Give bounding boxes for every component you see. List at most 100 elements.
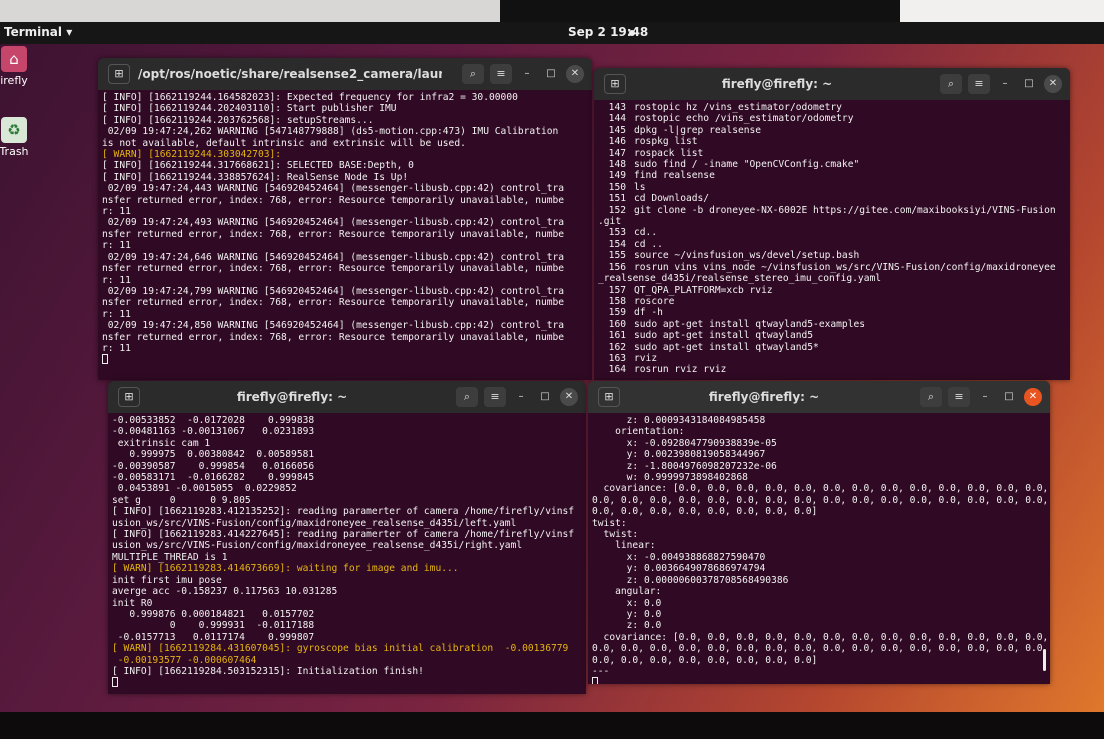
history-line: 163 rviz: [598, 353, 1066, 364]
close-icon[interactable]: ✕: [1024, 388, 1042, 406]
monitor-top-edge: [0, 0, 1104, 22]
history-line: 158 roscore: [598, 296, 1066, 307]
terminal-line: 02/09 19:47:24,443 WARNING [546920452464…: [102, 183, 565, 195]
window-header[interactable]: ⊞ /opt/ros/noetic/share/realsense2_camer…: [98, 58, 592, 90]
terminal-line: covariance: [0.0, 0.0, 0.0, 0.0, 0.0, 0.…: [592, 631, 1049, 643]
history-line: _realsense_d435i/realsense_stereo_imu_co…: [598, 273, 1066, 284]
history-line: 161 sudo apt-get install qtwayland5: [598, 330, 1066, 341]
terminal-line: [ INFO] [1662119283.412135252]: reading …: [112, 506, 575, 518]
terminal-line: [ WARN] [1662119283.414673669]: waiting …: [112, 563, 459, 575]
close-icon[interactable]: ✕: [560, 388, 578, 406]
minimize-icon[interactable]: –: [976, 388, 994, 406]
terminal-line: orientation:: [592, 426, 685, 438]
history-line: 162 sudo apt-get install qtwayland5*: [598, 342, 1066, 353]
terminal-line: -0.00481163 -0.00131067 0.0231893: [112, 426, 315, 438]
history-line: 152 git clone -b droneyee-NX-6002E https:…: [598, 205, 1066, 216]
menu-icon[interactable]: ≡: [968, 74, 990, 94]
terminal-line: z: 0.00000600378708568490386: [592, 574, 789, 586]
history-number: 154: [608, 238, 626, 250]
close-icon[interactable]: ✕: [1044, 75, 1062, 93]
terminal-line: [ INFO] [1662119244.202403110]: Start pu…: [102, 103, 397, 115]
history-command: rosrun vins vins_node ~/vinsfusion_ws/sr…: [634, 261, 1056, 273]
close-icon[interactable]: ✕: [566, 65, 584, 83]
history-command: QT_QPA_PLATFORM=xcb rviz: [634, 284, 773, 296]
new-tab-icon[interactable]: ⊞: [118, 387, 140, 407]
terminal-line: init R0: [112, 597, 153, 609]
trash-icon: ♻: [1, 117, 27, 143]
terminal-prompt[interactable]: [102, 354, 588, 365]
clock[interactable]: Sep 2 19:48: [568, 25, 648, 39]
history-number: 151: [608, 193, 626, 205]
history-number: 158: [608, 295, 626, 307]
terminal-prompt[interactable]: [112, 677, 582, 688]
terminal-window-vins[interactable]: ⊞ firefly@firefly: ~ ⌕ ≡ – □ ✕ -0.005338…: [108, 381, 586, 694]
history-number: 143: [608, 102, 626, 113]
minimize-icon[interactable]: –: [996, 75, 1014, 93]
maximize-icon[interactable]: □: [1000, 388, 1018, 406]
window-title: firefly@firefly: ~: [236, 390, 348, 404]
history-number: 145: [608, 124, 626, 136]
app-menu[interactable]: Terminal ▾: [4, 25, 72, 39]
window-header[interactable]: ⊞ firefly@firefly: ~ ⌕ ≡ – □ ✕: [588, 381, 1050, 413]
history-number: 162: [608, 341, 626, 353]
menu-icon[interactable]: ≡: [484, 387, 506, 407]
terminal-line: MULTIPLE_THREAD is 1: [112, 551, 228, 563]
window-title: firefly@firefly: ~: [721, 77, 833, 91]
terminal-line: w: 0.9999973898402868: [592, 472, 748, 484]
history-number: 152: [608, 204, 626, 216]
menu-icon[interactable]: ≡: [490, 64, 512, 84]
history-number: 146: [608, 136, 626, 148]
terminal-line: twist:: [592, 529, 639, 541]
terminal-line: 0.0453891 -0.0015055 0.0229852: [112, 483, 297, 495]
new-tab-icon[interactable]: ⊞: [598, 387, 620, 407]
terminal-line: y: 0.0023980819058344967: [592, 449, 766, 461]
terminal-window-odometry[interactable]: ⊞ firefly@firefly: ~ ⌕ ≡ – □ ✕ z: 0.0009…: [588, 381, 1050, 684]
minimize-icon[interactable]: –: [518, 65, 536, 83]
terminal-line: [ INFO] [1662119244.338857624]: RealSens…: [102, 171, 409, 183]
terminal-prompt[interactable]: [592, 677, 1046, 684]
window-header[interactable]: ⊞ firefly@firefly: ~ ⌕ ≡ – □ ✕: [594, 68, 1070, 100]
terminal-line: x: 0.0: [592, 597, 662, 609]
minimize-icon[interactable]: –: [512, 388, 530, 406]
search-icon[interactable]: ⌕: [940, 74, 962, 94]
terminal-output[interactable]: [ INFO] [1662119244.164582023]: Expected…: [98, 90, 592, 368]
monitor-bezel: [0, 712, 1104, 739]
terminal-line: -0.00390587 0.999854 0.0166056: [112, 460, 315, 472]
maximize-icon[interactable]: □: [542, 65, 560, 83]
terminal-line: linear:: [592, 540, 656, 552]
maximize-icon[interactable]: □: [536, 388, 554, 406]
history-number: 155: [608, 250, 626, 262]
terminal-line: 02/09 19:47:24,850 WARNING [546920452464…: [102, 320, 565, 332]
new-tab-icon[interactable]: ⊞: [108, 64, 130, 84]
menu-icon[interactable]: ≡: [948, 387, 970, 407]
terminal-output[interactable]: z: 0.0009343184084985458 orientation: x:…: [588, 413, 1050, 684]
history-line: 143 rostopic hz /vins_estimator/odometry: [598, 102, 1066, 113]
terminal-window-realsense[interactable]: ⊞ /opt/ros/noetic/share/realsense2_camer…: [98, 58, 592, 380]
desktop-home-icon[interactable]: ⌂ irefly: [0, 46, 44, 87]
terminal-line: [ INFO] [1662119284.503152315]: Initiali…: [112, 665, 424, 677]
terminal-window-history[interactable]: ⊞ firefly@firefly: ~ ⌕ ≡ – □ ✕ 143 rostop…: [594, 68, 1070, 380]
terminal-output[interactable]: -0.00533852 -0.0172028 0.999838 -0.004811…: [108, 413, 586, 691]
history-number: 153: [608, 227, 626, 239]
terminal-line: y: 0.0: [592, 608, 662, 620]
search-icon[interactable]: ⌕: [456, 387, 478, 407]
new-tab-icon[interactable]: ⊞: [604, 74, 626, 94]
terminal-output[interactable]: 143 rostopic hz /vins_estimator/odometry 1…: [594, 100, 1070, 378]
maximize-icon[interactable]: □: [1020, 75, 1038, 93]
terminal-line: [ INFO] [1662119244.164582023]: Expected…: [102, 92, 518, 103]
terminal-line: -0.00193577 -0.000607464: [112, 654, 257, 666]
window-header[interactable]: ⊞ firefly@firefly: ~ ⌕ ≡ – □ ✕: [108, 381, 586, 413]
history-number: 161: [608, 330, 626, 342]
history-command: rostopic hz /vins_estimator/odometry: [634, 102, 842, 113]
search-icon[interactable]: ⌕: [462, 64, 484, 84]
terminal-line: twist:: [592, 517, 627, 529]
scrollbar[interactable]: [1043, 649, 1046, 671]
history-line: 151 cd Downloads/: [598, 193, 1066, 204]
search-icon[interactable]: ⌕: [920, 387, 942, 407]
cursor-icon: [592, 677, 598, 684]
terminal-line: angular:: [592, 586, 662, 598]
terminal-line: r: 11: [102, 240, 131, 252]
desktop-trash-icon[interactable]: ♻ Trash: [0, 117, 44, 158]
history-command: .git: [598, 216, 622, 228]
terminal-line: [ INFO] [1662119244.203762568]: setupStr…: [102, 114, 374, 126]
